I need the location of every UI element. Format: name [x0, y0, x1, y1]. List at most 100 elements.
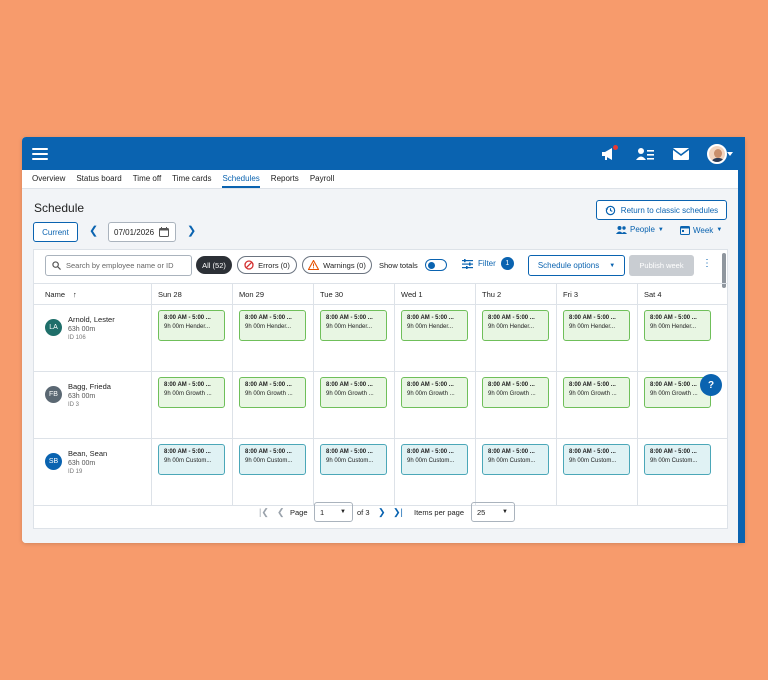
day-header: Sun 28	[152, 284, 233, 304]
people-dropdown[interactable]: People ▼	[616, 225, 664, 234]
tab-overview[interactable]: Overview	[32, 174, 65, 188]
table-body: LA Arnold, Lester 63h 00m ID 106 8:00 AM - 5…	[34, 305, 727, 506]
shift-card[interactable]: 8:00 AM - 5:00 ... 9h 00m Custom...	[320, 444, 387, 475]
sort-ascending-icon[interactable]: ↑	[73, 290, 77, 299]
chevron-down-icon: ▼	[609, 262, 616, 269]
shift-description: 9h 00m Hender...	[650, 324, 697, 330]
page-title: Schedule	[34, 201, 85, 215]
current-button[interactable]: Current	[33, 222, 78, 242]
date-field[interactable]: 07/01/2026	[108, 222, 176, 242]
week-label: Week	[693, 225, 714, 235]
shift-card[interactable]: 8:00 AM - 5:00 ... 9h 00m Hender...	[158, 310, 225, 341]
prev-page-icon[interactable]: ❮	[277, 507, 285, 518]
shift-description: 9h 00m Custom...	[326, 458, 374, 464]
tab-time-cards[interactable]: Time cards	[172, 174, 211, 188]
shift-time: 8:00 AM - 5:00 ...	[326, 449, 373, 455]
day-cell: 8:00 AM - 5:00 ... 9h 00m Hender...	[395, 305, 476, 371]
name-column-header[interactable]: Name ↑	[34, 284, 152, 304]
top-bar	[22, 137, 745, 170]
tab-schedules[interactable]: Schedules	[222, 174, 260, 188]
filter-button[interactable]: Filter 1	[462, 257, 514, 270]
megaphone-icon[interactable]	[599, 144, 619, 164]
shift-card[interactable]: 8:00 AM - 5:00 ... 9h 00m Hender...	[239, 310, 306, 341]
user-menu[interactable]	[707, 143, 733, 164]
return-classic-button[interactable]: Return to classic schedules	[596, 200, 727, 220]
shift-card[interactable]: 8:00 AM - 5:00 ... 9h 00m Hender...	[563, 310, 630, 341]
shift-description: 9h 00m Growth ...	[164, 391, 212, 397]
publish-week-button[interactable]: Publish week	[629, 255, 694, 276]
filter-errors-pill[interactable]: Errors (0)	[237, 256, 297, 274]
week-dropdown[interactable]: Week ▼	[680, 225, 722, 235]
mail-icon[interactable]	[671, 144, 691, 164]
day-cell: 8:00 AM - 5:00 ... 9h 00m Hender...	[314, 305, 395, 371]
shift-time: 8:00 AM - 5:00 ...	[407, 315, 454, 321]
search-input[interactable]: Search by employee name or ID	[45, 255, 192, 276]
filter-warnings-pill[interactable]: Warnings (0)	[302, 256, 372, 274]
table-header: Name ↑ Sun 28 Mon 29 Tue 30 Wed 1 Thu 2 …	[34, 283, 727, 305]
date-value: 07/01/2026	[114, 227, 155, 237]
shift-card[interactable]: 8:00 AM - 5:00 ... 9h 00m Hender...	[320, 310, 387, 341]
show-totals-toggle[interactable]	[425, 259, 447, 271]
user-avatar[interactable]	[707, 143, 727, 164]
employee-avatar: LA	[45, 319, 62, 336]
help-button[interactable]: ?	[700, 374, 722, 396]
name-header-label: Name	[45, 289, 66, 299]
shift-card[interactable]: 8:00 AM - 5:00 ... 9h 00m Growth ...	[158, 377, 225, 408]
shift-card[interactable]: 8:00 AM - 5:00 ... 9h 00m Hender...	[401, 310, 468, 341]
day-header: Wed 1	[395, 284, 476, 304]
tab-reports[interactable]: Reports	[271, 174, 299, 188]
shift-card[interactable]: 8:00 AM - 5:00 ... 9h 00m Custom...	[158, 444, 225, 475]
tab-payroll[interactable]: Payroll	[310, 174, 334, 188]
items-per-page-select[interactable]: 25 ▼	[471, 502, 515, 522]
schedule-options-button[interactable]: Schedule options ▼	[528, 255, 625, 276]
day-cell: 8:00 AM - 5:00 ... 9h 00m Custom...	[233, 439, 314, 505]
filter-icon	[462, 258, 473, 269]
shift-card[interactable]: 8:00 AM - 5:00 ... 9h 00m Hender...	[644, 310, 711, 341]
shift-card[interactable]: 8:00 AM - 5:00 ... 9h 00m Custom...	[239, 444, 306, 475]
shift-card[interactable]: 8:00 AM - 5:00 ... 9h 00m Growth ...	[401, 377, 468, 408]
team-icon[interactable]	[635, 144, 655, 164]
day-header: Mon 29	[233, 284, 314, 304]
hamburger-menu-icon[interactable]	[32, 147, 48, 160]
shift-card[interactable]: 8:00 AM - 5:00 ... 9h 00m Custom...	[644, 444, 711, 475]
shift-time: 8:00 AM - 5:00 ...	[569, 382, 616, 388]
shift-time: 8:00 AM - 5:00 ...	[407, 382, 454, 388]
shift-description: 9h 00m Growth ...	[407, 391, 455, 397]
shift-card[interactable]: 8:00 AM - 5:00 ... 9h 00m Hender...	[482, 310, 549, 341]
filter-all-pill[interactable]: All (52)	[196, 256, 232, 274]
tab-time-off[interactable]: Time off	[133, 174, 161, 188]
shift-card[interactable]: 8:00 AM - 5:00 ... 9h 00m Growth ...	[482, 377, 549, 408]
shift-description: 9h 00m Growth ...	[488, 391, 536, 397]
shift-description: 9h 00m Hender...	[326, 324, 373, 330]
day-cell: 8:00 AM - 5:00 ... 9h 00m Hender...	[557, 305, 638, 371]
prev-week-icon[interactable]: ❮	[89, 224, 98, 237]
next-week-icon[interactable]: ❯	[187, 224, 196, 237]
day-cell: 8:00 AM - 5:00 ... 9h 00m Growth ...	[314, 372, 395, 438]
employee-cell[interactable]: FB Bagg, Frieda 63h 00m ID 3	[34, 372, 152, 438]
shift-description: 9h 00m Custom...	[164, 458, 212, 464]
first-page-icon[interactable]: |❮	[259, 507, 269, 518]
shift-time: 8:00 AM - 5:00 ...	[164, 315, 211, 321]
page-select[interactable]: 1 ▼	[314, 502, 353, 522]
calendar-icon[interactable]	[159, 227, 170, 237]
chevron-down-icon: ▼	[340, 509, 346, 515]
next-page-icon[interactable]: ❯	[378, 507, 386, 518]
last-page-icon[interactable]: ❯|	[393, 507, 403, 518]
more-options-icon[interactable]: ⋮	[702, 258, 712, 269]
employee-id: ID 19	[68, 469, 83, 475]
employee-hours: 63h 00m	[68, 460, 96, 467]
shift-card[interactable]: 8:00 AM - 5:00 ... 9h 00m Growth ...	[563, 377, 630, 408]
employee-cell[interactable]: SB Bean, Sean 63h 00m ID 19	[34, 439, 152, 505]
shift-card[interactable]: 8:00 AM - 5:00 ... 9h 00m Custom...	[482, 444, 549, 475]
employee-cell[interactable]: LA Arnold, Lester 63h 00m ID 106	[34, 305, 152, 371]
shift-card[interactable]: 8:00 AM - 5:00 ... 9h 00m Growth ...	[239, 377, 306, 408]
people-icon	[616, 225, 627, 234]
shift-card[interactable]: 8:00 AM - 5:00 ... 9h 00m Growth ...	[320, 377, 387, 408]
day-cell: 8:00 AM - 5:00 ... 9h 00m Hender...	[476, 305, 557, 371]
items-per-page-value: 25	[477, 507, 486, 517]
shift-card[interactable]: 8:00 AM - 5:00 ... 9h 00m Custom...	[563, 444, 630, 475]
tab-status-board[interactable]: Status board	[76, 174, 121, 188]
shift-time: 8:00 AM - 5:00 ...	[650, 315, 697, 321]
day-cell: 8:00 AM - 5:00 ... 9h 00m Hender...	[152, 305, 233, 371]
shift-card[interactable]: 8:00 AM - 5:00 ... 9h 00m Custom...	[401, 444, 468, 475]
